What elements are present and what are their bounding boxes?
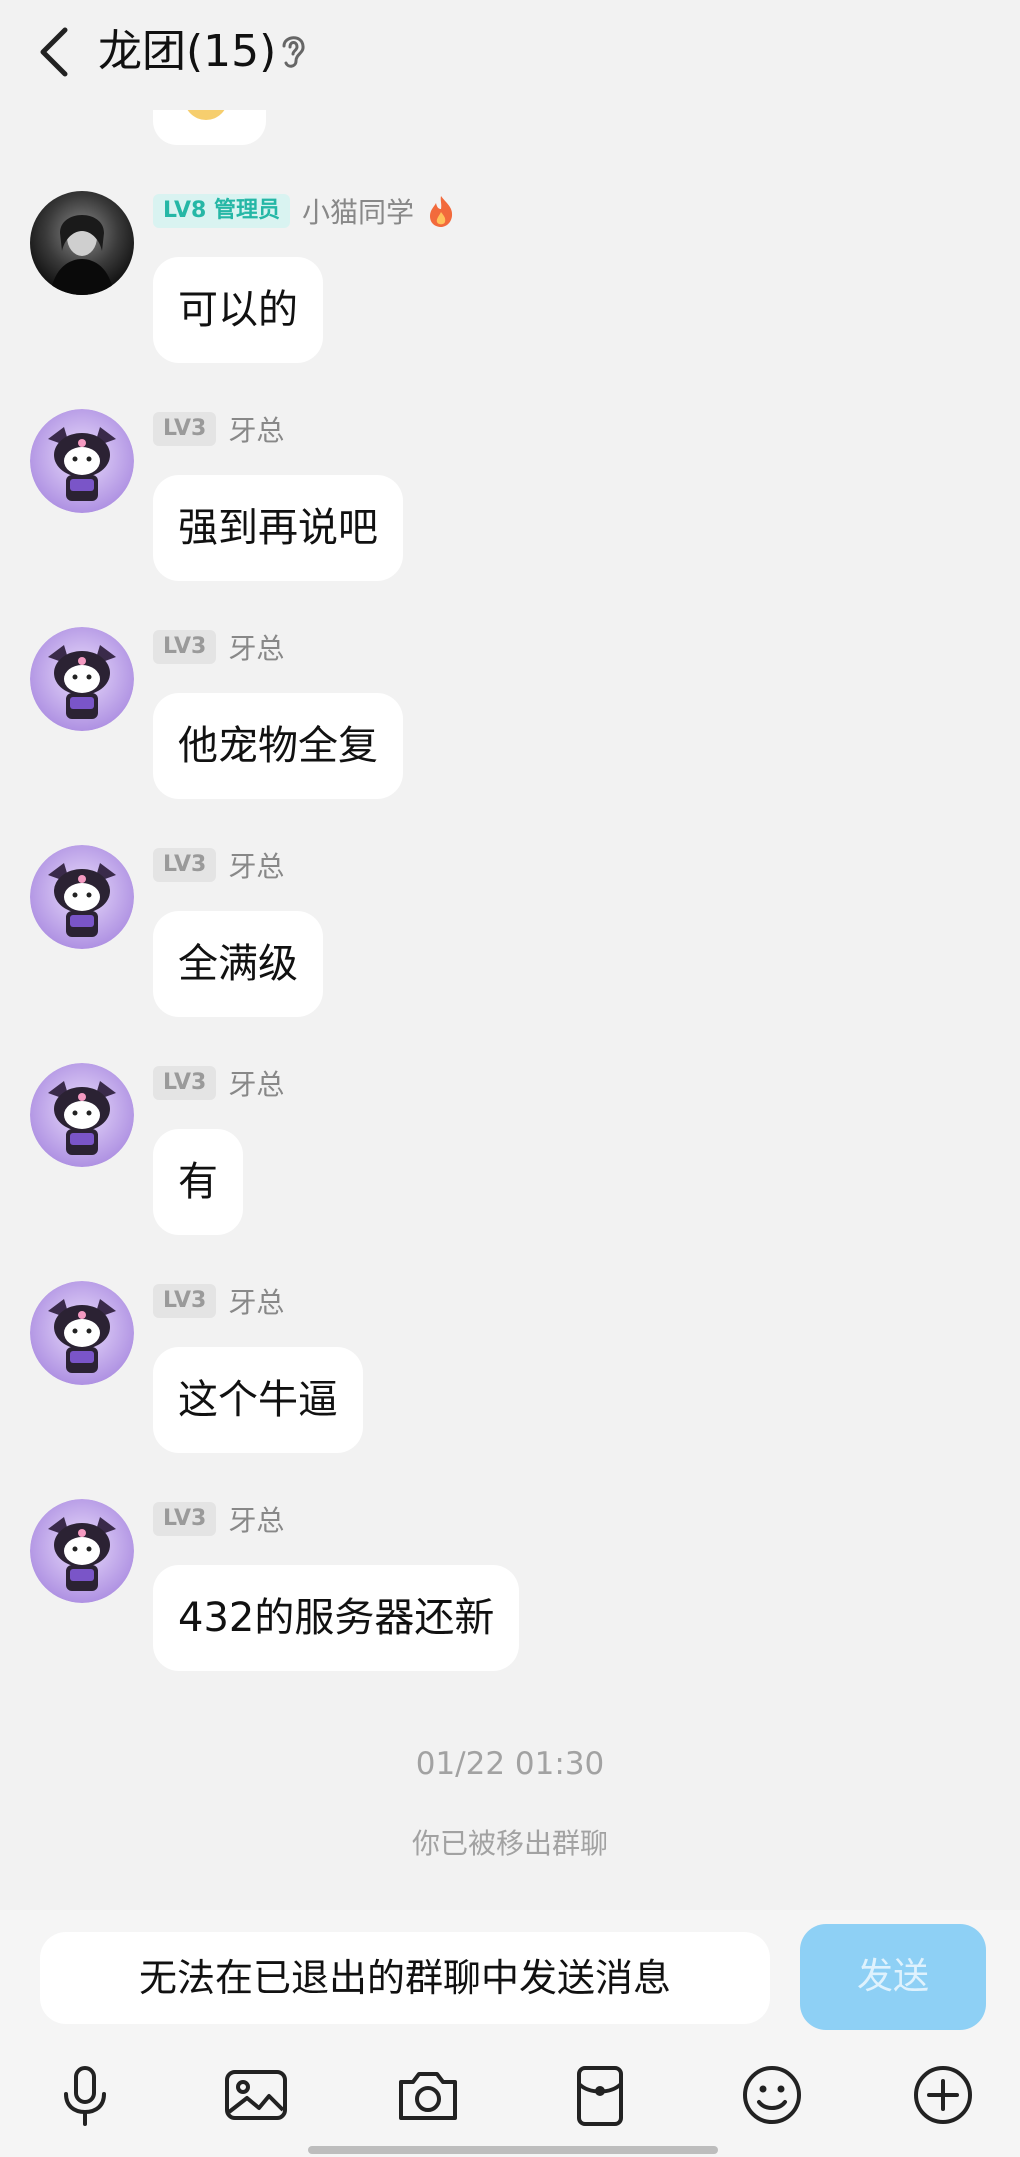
message-bubble[interactable]: 全满级	[153, 911, 323, 1017]
send-button[interactable]: 发送	[800, 1924, 986, 2030]
input-toolbar	[0, 2060, 1020, 2140]
message-bubble[interactable]: 强到再说吧	[153, 475, 403, 581]
home-indicator[interactable]	[308, 2146, 718, 2154]
message-input[interactable]: 无法在已退出的群聊中发送消息	[40, 1932, 770, 2024]
message-bubble[interactable]: 有	[153, 1129, 243, 1235]
message-bubble[interactable]: 这个牛逼	[153, 1347, 363, 1453]
chevron-left-icon	[40, 27, 68, 77]
chat-header: 龙团(15)	[0, 0, 1020, 110]
back-button[interactable]	[34, 22, 74, 82]
flame-icon	[430, 196, 453, 227]
sender-name[interactable]: 牙总	[228, 627, 284, 667]
level-badge: LV3	[153, 848, 217, 882]
microphone-icon[interactable]	[50, 2060, 120, 2130]
message-bubble[interactable]: 432的服务器还新	[153, 1565, 520, 1671]
ear-icon[interactable]	[276, 30, 310, 70]
avatar[interactable]	[30, 1063, 134, 1167]
admin-level-badge: LV8 管理员	[153, 194, 290, 228]
avatar[interactable]	[30, 627, 134, 731]
sender-name[interactable]: 牙总	[228, 1499, 284, 1539]
avatar[interactable]	[30, 845, 134, 949]
message-bubble[interactable]: 他宠物全复	[153, 693, 403, 799]
sender-name[interactable]: 牙总	[228, 845, 284, 885]
level-badge: LV3	[153, 412, 217, 446]
camera-icon[interactable]	[393, 2060, 463, 2130]
sender-name[interactable]: 牙总	[228, 409, 284, 449]
avatar[interactable]	[30, 409, 134, 513]
red-packet-icon[interactable]	[565, 2060, 635, 2130]
image-icon[interactable]	[221, 2060, 291, 2130]
input-bar: 无法在已退出的群聊中发送消息 发送	[0, 1910, 1020, 2157]
level-badge: LV3	[153, 1284, 217, 1318]
message-timestamp: 01/22 01:30	[415, 1746, 605, 1782]
sender-name[interactable]: 牙总	[228, 1063, 284, 1103]
sender-name[interactable]: 牙总	[228, 1281, 284, 1321]
level-badge: LV3	[153, 1066, 217, 1100]
level-badge: LV3	[153, 630, 217, 664]
system-notice: 你已被移出群聊	[411, 1827, 608, 1860]
group-title[interactable]: 龙团(15)	[98, 24, 276, 80]
sender-name[interactable]: 小猫同学	[302, 191, 414, 231]
message-bubble[interactable]: 可以的	[153, 257, 323, 363]
avatar[interactable]	[30, 191, 134, 295]
plus-icon[interactable]	[908, 2060, 978, 2130]
level-badge: LV3	[153, 1502, 217, 1536]
emoji-icon[interactable]	[737, 2060, 807, 2130]
avatar[interactable]	[30, 1499, 134, 1603]
avatar[interactable]	[30, 1281, 134, 1385]
